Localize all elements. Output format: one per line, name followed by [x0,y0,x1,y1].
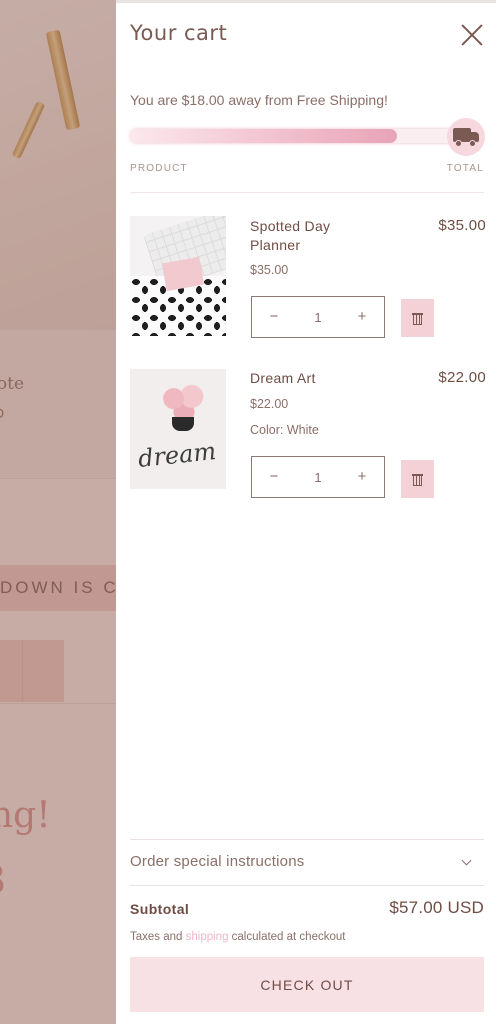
quantity-value[interactable]: 1 [314,470,321,485]
subtotal-value: $57.00 USD [389,898,484,917]
checkout-button[interactable]: CHECK OUT [130,957,484,1012]
trash-icon-body [413,476,422,486]
trash-icon-body [413,315,422,325]
chevron-down-icon [461,855,472,866]
divider [130,192,484,193]
product-name-link[interactable]: Spotted Day Planner [250,217,370,255]
truck-wheel [469,140,476,147]
product-name-link[interactable]: Dream Art [250,369,370,388]
column-header-total: TOTAL [446,163,484,174]
tax-note-prefix: Taxes and [130,931,186,943]
special-instructions-label: Order special instructions [130,853,305,870]
mug-graphic [172,417,194,431]
line-total: $22.00 [438,369,486,386]
remove-item-button[interactable] [401,299,434,337]
special-instructions-toggle[interactable]: Order special instructions [130,841,484,885]
tax-note-suffix: calculated at checkout [228,931,346,943]
line-total: $35.00 [438,217,486,234]
product-unit-price: $35.00 [250,263,289,277]
remove-item-button[interactable] [401,460,434,498]
free-shipping-progress-bar [130,129,460,143]
quantity-stepper: − 1 + [251,456,385,498]
delivery-truck-icon [447,118,485,156]
quantity-decrease-button[interactable]: − [266,309,282,325]
product-unit-price: $22.00 [250,397,289,411]
product-option: Color: White [250,423,319,437]
close-icon[interactable] [458,21,486,49]
shipping-link[interactable]: shipping [186,931,229,943]
product-image[interactable]: dream [130,369,226,489]
drawer-overlay[interactable] [0,0,116,1024]
quantity-increase-button[interactable]: + [354,309,370,325]
dream-script-graphic: dream [136,436,218,474]
quantity-value[interactable]: 1 [314,310,321,325]
divider [130,885,484,886]
column-header-product: PRODUCT [130,163,188,174]
free-shipping-progress-fill [130,129,398,143]
subtotal-label: Subtotal [130,901,190,917]
truck-wheel [455,140,462,147]
tax-note: Taxes and shipping calculated at checkou… [130,931,345,943]
cart-title: Your cart [130,21,228,45]
cart-item: dream Dream Art $22.00 Color: White $22.… [130,369,486,501]
divider [130,839,484,840]
free-shipping-message: You are $18.00 away from Free Shipping! [130,92,388,108]
quantity-increase-button[interactable]: + [354,469,370,485]
cart-drawer: Your cart You are $18.00 away from Free … [116,0,496,1024]
product-image[interactable] [130,216,226,336]
quantity-stepper: − 1 + [251,296,385,338]
cart-item: Spotted Day Planner $35.00 $35.00 − 1 + [130,216,486,340]
quantity-decrease-button[interactable]: − [266,469,282,485]
